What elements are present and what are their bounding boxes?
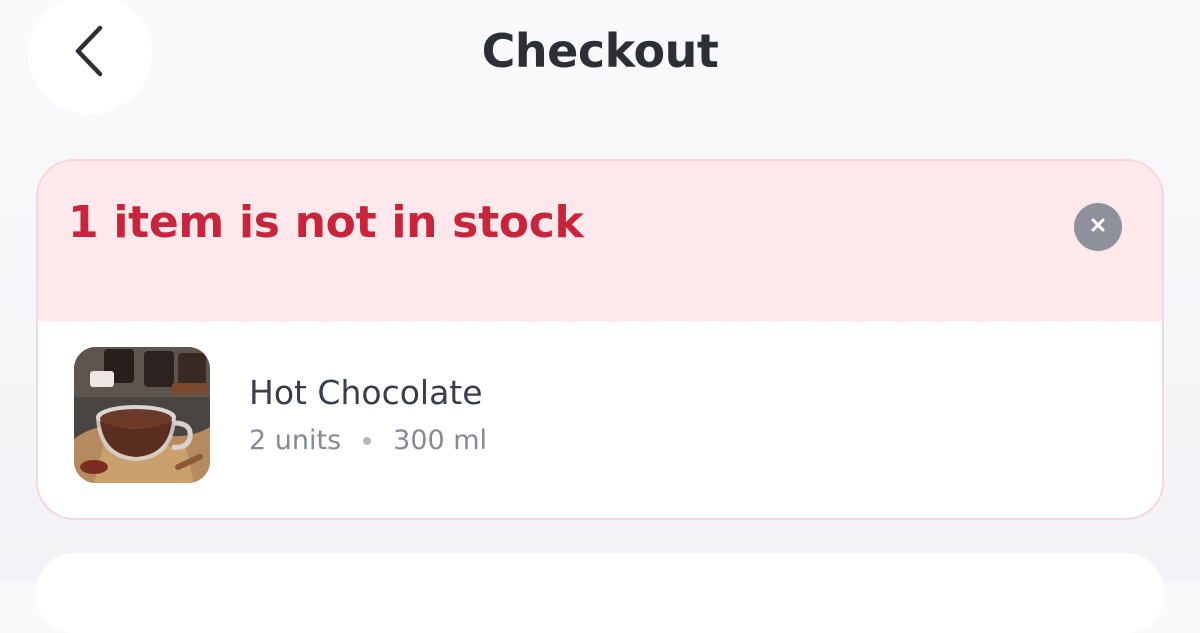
product-quantity: 2 units [249,425,342,456]
alert-wave-divider [38,307,1162,322]
next-section-card [36,553,1164,633]
product-volume: 300 ml [393,425,488,456]
product-image [74,347,210,483]
product-item[interactable]: Hot Chocolate 2 units 300 ml [74,347,1126,483]
page-title: Checkout [481,24,719,78]
alert-message: 1 item is not in stock [68,197,584,248]
product-meta: 2 units 300 ml [249,425,487,456]
close-icon [1088,215,1108,239]
dismiss-alert-button[interactable] [1074,203,1122,251]
product-name: Hot Chocolate [249,373,483,412]
separator-dot [363,436,372,445]
out-of-stock-card: 1 item is not in stock Hot Chocolate 2 u… [36,159,1164,520]
